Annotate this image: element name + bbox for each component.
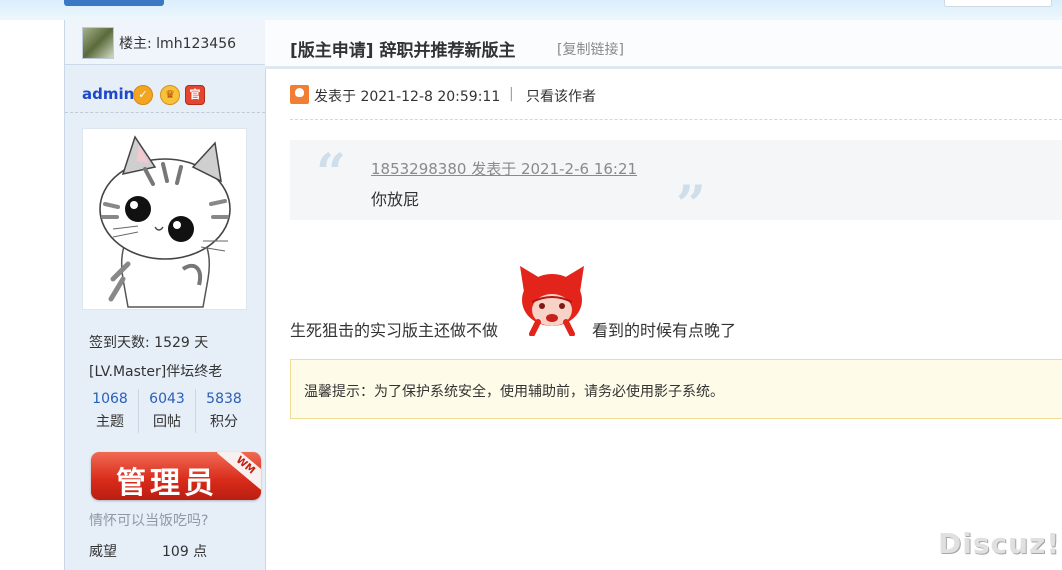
count-points-label: 积分 <box>210 414 238 430</box>
quote-reference-link[interactable]: 1853298380 发表于 2021-2-6 16:21 <box>371 158 637 179</box>
crown-medal-icon[interactable]: ♛ <box>160 85 180 105</box>
cat-avatar-illustration <box>99 135 231 308</box>
meta-divider <box>290 119 1062 120</box>
count-threads-value[interactable]: 1068 <box>82 391 138 407</box>
official-badge-icon[interactable]: 官 <box>185 85 205 105</box>
discuz-watermark: Discuz! <box>938 527 1061 560</box>
post-title: [版主申请] 辞职并推荐新版主 <box>290 41 516 61</box>
author-sidebar: 楼主: lmh123456 admin ✓ ♛ 官 签到天数: 1529 天 [… <box>64 20 266 570</box>
warm-tip-box: 温馨提示：为了保护系统安全，使用辅助前，请务必使用影子系统。 <box>290 359 1062 419</box>
count-points-value[interactable]: 5838 <box>196 391 252 407</box>
count-replies[interactable]: 6043 回帖 <box>139 389 196 433</box>
view-author-only-link[interactable]: 只看该作者 <box>526 86 596 106</box>
count-threads-label: 主题 <box>96 414 124 430</box>
quote-open-icon: “ <box>316 143 346 204</box>
warm-tip-text: 温馨提示：为了保护系统安全，使用辅助前，请务必使用影子系统。 <box>304 384 724 400</box>
red-fox-emoji-icon <box>520 266 584 336</box>
prestige-value: 109 点 <box>162 544 208 560</box>
prestige-label: 威望 <box>89 544 117 560</box>
user-rank[interactable]: [LV.Master]伴坛终老 <box>89 361 222 381</box>
admin-group-badge: 管理员 WM <box>91 452 261 500</box>
post-header: [版主申请] 辞职并推荐新版主 [复制链接] <box>265 20 1062 69</box>
verified-icon[interactable]: ✓ <box>133 85 153 105</box>
owner-avatar[interactable] <box>82 27 114 59</box>
top-search-input-fragment[interactable] <box>944 0 1052 7</box>
top-bar <box>0 0 1062 20</box>
post-meta: 发表于 2021-12-8 20:59:11 | 只看该作者 <box>290 85 1062 105</box>
post-text-after: 看到的时候有点晚了 <box>592 321 737 340</box>
author-online-icon <box>290 85 309 104</box>
thread-owner-label[interactable]: 楼主: lmh123456 <box>119 33 236 53</box>
author-counts: 1068 主题 6043 回帖 5838 积分 <box>82 389 252 433</box>
prestige-row: 威望 109 点 <box>89 541 207 561</box>
author-name-row: admin ✓ ♛ 官 <box>65 76 265 113</box>
author-signature: 情怀可以当饭吃吗? <box>89 513 209 529</box>
count-threads[interactable]: 1068 主题 <box>82 389 139 433</box>
quote-block: “ 1853298380 发表于 2021-2-6 16:21 你放屁 ” <box>290 140 1062 232</box>
thread-owner-bar: 楼主: lmh123456 <box>65 20 265 65</box>
count-replies-value[interactable]: 6043 <box>139 391 195 407</box>
top-button-fragment[interactable] <box>64 0 164 6</box>
post-content: 生死狙击的实习版主还做不做 看到的时候有点晚了 <box>290 262 1062 340</box>
author-avatar[interactable] <box>82 128 247 310</box>
quote-body: 你放屁 <box>371 190 420 209</box>
count-points[interactable]: 5838 积分 <box>196 389 252 433</box>
admin-badge-text: 管理员 <box>116 466 218 500</box>
quote-close-icon: ” <box>676 175 706 236</box>
meta-separator: | <box>509 86 514 102</box>
signin-days: 签到天数: 1529 天 <box>89 335 209 351</box>
admin-badge-corner: WM <box>216 452 261 492</box>
author-name-link[interactable]: admin <box>82 85 134 103</box>
copy-link[interactable]: [复制链接] <box>557 39 624 59</box>
post-time: 发表于 2021-12-8 20:59:11 <box>314 89 501 105</box>
count-replies-label: 回帖 <box>153 414 181 430</box>
post-text-before: 生死狙击的实习版主还做不做 <box>290 321 499 340</box>
